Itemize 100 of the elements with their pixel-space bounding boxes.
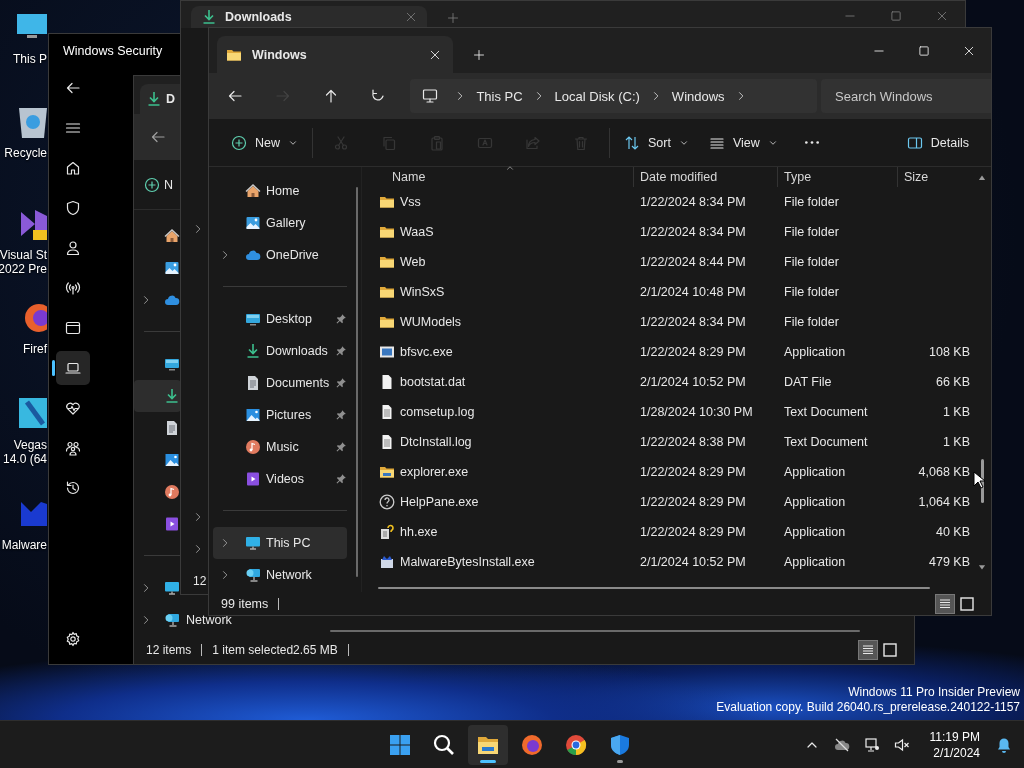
date-modified: 1/22/2024 8:44 PM: [640, 255, 746, 269]
desktop-icon-label: Vegas: [13, 438, 47, 452]
close-icon: [962, 44, 975, 57]
folder-icon: [379, 224, 395, 240]
file-name[interactable]: hh.exe: [400, 525, 438, 539]
tab[interactable]: Downloads: [191, 6, 427, 28]
shield-icon: [608, 732, 632, 757]
scroll-up-icon[interactable]: [977, 173, 987, 183]
nav-item[interactable]: Home: [213, 175, 347, 207]
pin-icon[interactable]: [335, 313, 347, 325]
file-name[interactable]: bootstat.dat: [400, 375, 466, 389]
desktop-icon-label: This P: [13, 52, 47, 66]
file-name[interactable]: HelpPane.exe: [400, 495, 479, 509]
plus-icon[interactable]: [447, 12, 459, 24]
file-name[interactable]: Vss: [400, 195, 421, 209]
file-name[interactable]: WinSxS: [400, 285, 445, 299]
nav-item[interactable]: Videos: [213, 463, 347, 495]
tab[interactable]: D: [140, 83, 181, 114]
date-modified: 1/22/2024 8:29 PM: [640, 495, 746, 509]
desktop-icon-label: Firef: [23, 342, 47, 356]
file-size: 40 KB: [935, 525, 970, 539]
image-icon: [245, 215, 261, 231]
breadcrumb-item[interactable]: Windows: [671, 88, 725, 104]
desktop-icon-label: Visual St: [0, 248, 47, 262]
address-bar[interactable]: This PC Local Disk (C:) Windows: [410, 79, 818, 113]
maximize-icon: [917, 44, 930, 57]
network-icon[interactable]: [863, 736, 880, 753]
round-browser-icon: [564, 732, 588, 757]
status-text: 99 items: [221, 596, 269, 611]
nav-item[interactable]: Gallery: [213, 207, 347, 239]
taskbar-app[interactable]: [468, 724, 508, 765]
network-icon: [164, 612, 180, 629]
nav-item[interactable]: Downloads: [213, 335, 347, 367]
date-modified: 1/28/2024 10:30 PM: [640, 405, 753, 419]
clock-time[interactable]: 11:19 PM: [929, 728, 980, 745]
breadcrumb-item[interactable]: This PC: [476, 88, 523, 104]
date-modified: 1/22/2024 8:38 PM: [640, 435, 746, 449]
column-header[interactable]: Type: [778, 167, 898, 187]
new-button[interactable]: New: [221, 125, 308, 160]
file-name[interactable]: comsetup.log: [400, 405, 475, 419]
file-name[interactable]: explorer.exe: [400, 465, 469, 479]
pin-icon[interactable]: [335, 345, 347, 357]
scrollbar[interactable]: [330, 630, 860, 633]
document-icon: [164, 420, 180, 437]
nav-item[interactable]: Desktop: [213, 303, 347, 335]
date-modified: 2/1/2024 10:52 PM: [640, 375, 746, 389]
scroll-down-icon[interactable]: [977, 562, 987, 572]
tab[interactable]: Windows: [217, 36, 453, 73]
monitor-icon: [164, 580, 180, 597]
clock-date[interactable]: 2/1/2024: [933, 744, 980, 761]
pin-icon[interactable]: [335, 441, 347, 453]
scrollbar[interactable]: [378, 587, 930, 589]
view-toggle[interactable]: [858, 640, 878, 661]
column-header[interactable]: Name: [362, 167, 634, 187]
breadcrumb-item[interactable]: Local Disk (C:): [554, 88, 640, 104]
file-type: File folder: [784, 315, 839, 329]
shield-icon: [65, 200, 81, 216]
file-name[interactable]: WUModels: [400, 315, 462, 329]
status-text: 12 items: [146, 643, 192, 658]
download-arrow-icon: [146, 90, 162, 107]
file-name[interactable]: WaaS: [400, 225, 434, 239]
view-button[interactable]: View: [698, 125, 788, 160]
sort-caret-icon: [505, 163, 515, 173]
close-icon[interactable]: [429, 48, 441, 61]
file-size: 1 KB: [942, 435, 970, 449]
cloud-off-icon[interactable]: [833, 736, 850, 753]
pin-icon[interactable]: [335, 409, 347, 421]
scrollbar[interactable]: [356, 187, 358, 577]
nav-item[interactable]: OneDrive: [213, 239, 347, 271]
file-name[interactable]: DtcInstall.log: [400, 435, 472, 449]
video-icon: [164, 516, 180, 533]
column-header[interactable]: Size: [898, 167, 976, 187]
file-type: File folder: [784, 255, 839, 269]
details-button[interactable]: Details: [896, 125, 979, 160]
new-button[interactable]: N: [144, 176, 174, 193]
file-name[interactable]: bfsvc.exe: [400, 345, 453, 359]
column-header[interactable]: Date modified: [634, 167, 778, 187]
folder-icon: [379, 254, 395, 270]
search-field[interactable]: Search Windows: [821, 79, 992, 113]
file-name[interactable]: MalwareBytesInstall.exe: [400, 555, 535, 569]
sort-button[interactable]: Sort: [614, 125, 699, 160]
date-modified: 2/1/2024 10:48 PM: [640, 285, 746, 299]
nav-item[interactable]: This PC: [213, 527, 347, 559]
network-icon: [245, 567, 261, 583]
nav-item[interactable]: Documents: [213, 367, 347, 399]
view-toggle[interactable]: [935, 593, 955, 614]
history-icon: [65, 480, 81, 496]
pin-icon[interactable]: [335, 473, 347, 485]
nav-item[interactable]: Network: [213, 559, 347, 591]
download-arrow-icon: [245, 343, 261, 359]
file-name[interactable]: Web: [400, 255, 426, 269]
application-icon: [379, 344, 395, 360]
bell-icon[interactable]: [996, 736, 1012, 753]
download-arrow-icon: [164, 388, 180, 405]
pin-icon[interactable]: [335, 377, 347, 389]
nav-item[interactable]: Pictures: [213, 399, 347, 431]
nav-item[interactable]: Music: [213, 431, 347, 463]
speaker-muted-icon[interactable]: [893, 736, 910, 753]
file-type: File folder: [784, 225, 839, 239]
evaluation-notice: Windows 11 Pro Insider Preview: [848, 685, 1020, 700]
